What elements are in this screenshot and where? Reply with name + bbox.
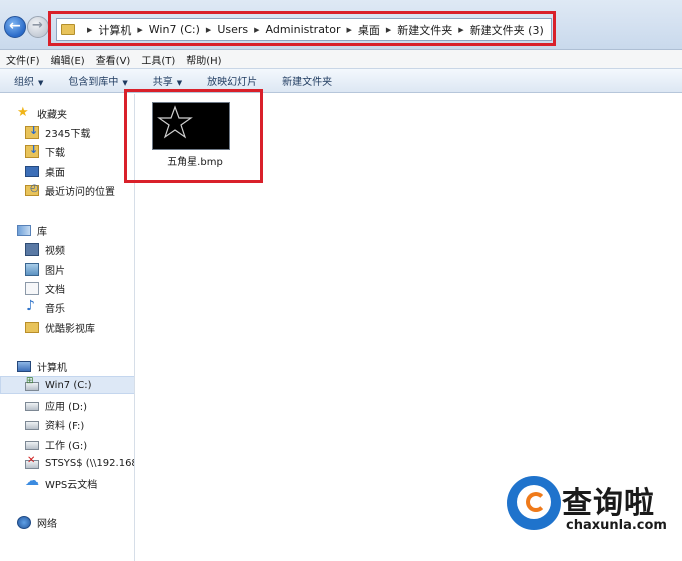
pictures-icon — [25, 262, 39, 276]
nav-item-label: 应用 (D:) — [45, 401, 88, 413]
music-icon — [25, 298, 39, 314]
slideshow-button[interactable]: 放映幻灯片 — [207, 73, 257, 88]
organize-button[interactable]: 组织 ▼ — [14, 73, 43, 88]
caret-down-icon: ▼ — [176, 79, 183, 87]
watermark-url: chaxunla.com — [566, 518, 667, 533]
nav-item-label: 下载 — [45, 147, 65, 159]
nav-item-recent-places[interactable]: 最近访问的位置 — [0, 181, 134, 199]
nav-item-music[interactable]: 音乐 — [0, 298, 134, 316]
nav-item-2345-download[interactable]: 2345下载 — [0, 123, 134, 141]
nav-item-videos[interactable]: 视频 — [0, 240, 134, 258]
nav-network[interactable]: 网络 — [0, 513, 134, 531]
desktop-icon — [25, 165, 39, 177]
nav-item-drive-d[interactable]: 应用 (D:) — [0, 396, 134, 414]
nav-item-label: 工作 (G:) — [45, 440, 88, 452]
documents-icon — [25, 281, 39, 295]
include-in-library-label: 包含到库中 — [68, 77, 119, 88]
share-label: 共享 — [152, 77, 173, 88]
watermark-logo-mark-icon — [526, 492, 546, 512]
recent-places-icon — [25, 183, 39, 196]
forward-button[interactable] — [27, 16, 49, 38]
menu-edit[interactable]: 编辑(E) — [51, 52, 85, 67]
nav-network-label: 网络 — [37, 518, 57, 530]
nav-item-label: 音乐 — [45, 303, 65, 315]
caret-down-icon: ▼ — [122, 79, 128, 87]
nav-item-drive-f[interactable]: 资料 (F:) — [0, 415, 134, 433]
nav-item-documents[interactable]: 文档 — [0, 279, 134, 297]
nav-item-label: 优酷影视库 — [45, 323, 95, 335]
nav-computer-label: 计算机 — [37, 362, 67, 374]
nav-item-label: WPS云文档 — [45, 479, 98, 491]
address-bar-row: ▶ 计算机 ▶ Win7 (C:) ▶ Users ▶ Administrato… — [0, 0, 682, 50]
nav-item-drive-g[interactable]: 工作 (G:) — [0, 435, 134, 453]
download-folder-icon — [25, 124, 39, 139]
watermark-text: 查询啦 — [562, 486, 655, 521]
file-item[interactable] — [152, 102, 232, 150]
nav-item-label: 图片 — [45, 265, 65, 277]
back-button[interactable] — [4, 16, 26, 38]
nav-item-network-drive[interactable]: STSYS$ (\\192.168 — [0, 454, 135, 472]
nav-item-label: 文档 — [45, 284, 65, 296]
star-outline-icon — [157, 105, 193, 139]
library-icon — [17, 224, 31, 236]
network-icon — [17, 515, 31, 529]
drive-icon — [25, 420, 39, 430]
menu-view[interactable]: 查看(V) — [96, 52, 131, 67]
include-in-library-button[interactable]: 包含到库中 ▼ — [68, 73, 127, 88]
nav-item-youku-library[interactable]: 优酷影视库 — [0, 318, 134, 336]
nav-favorites-label: 收藏夹 — [37, 109, 67, 121]
folder-icon — [25, 321, 39, 333]
command-bar: 组织 ▼ 包含到库中 ▼ 共享 ▼ 放映幻灯片 新建文件夹 — [0, 68, 682, 93]
nav-item-label: 2345下载 — [45, 128, 91, 140]
nav-libraries[interactable]: 库 — [0, 221, 134, 239]
nav-computer[interactable]: 计算机 — [0, 357, 134, 375]
system-drive-icon — [25, 376, 39, 391]
nav-item-label: 视频 — [45, 245, 65, 257]
download-folder-icon — [25, 143, 39, 158]
network-drive-icon — [25, 455, 39, 469]
organize-label: 组织 — [14, 77, 34, 88]
nav-item-downloads[interactable]: 下载 — [0, 142, 134, 160]
file-name[interactable]: 五角星.bmp — [160, 153, 230, 168]
nav-favorites[interactable]: 收藏夹 — [0, 104, 134, 122]
image-thumbnail[interactable] — [152, 102, 230, 150]
share-button[interactable]: 共享 ▼ — [153, 73, 182, 88]
nav-libraries-label: 库 — [37, 226, 47, 238]
nav-item-win7-drive[interactable]: Win7 (C:) — [0, 376, 134, 394]
nav-item-label: 桌面 — [45, 167, 65, 179]
nav-item-desktop[interactable]: 桌面 — [0, 162, 134, 180]
nav-item-label: 最近访问的位置 — [45, 186, 115, 198]
nav-item-pictures[interactable]: 图片 — [0, 260, 134, 278]
nav-item-wps-cloud[interactable]: WPS云文档 — [0, 473, 134, 492]
navigation-pane[interactable]: 收藏夹 2345下载 下载 桌面 最近访问的位置 库 视频 图片 文档 音乐 优… — [0, 94, 135, 561]
star-icon — [17, 105, 31, 120]
caret-down-icon: ▼ — [38, 79, 44, 87]
menu-tools[interactable]: 工具(T) — [141, 52, 175, 67]
menu-bar: 文件(F) 编辑(E) 查看(V) 工具(T) 帮助(H) — [0, 50, 682, 68]
video-icon — [25, 242, 39, 256]
menu-file[interactable]: 文件(F) — [6, 52, 40, 67]
drive-icon — [25, 401, 39, 411]
cloud-icon — [25, 473, 39, 490]
nav-item-label: STSYS$ (\\192.168 — [45, 457, 135, 469]
computer-icon — [17, 360, 31, 372]
address-highlight-box — [48, 11, 556, 46]
drive-icon — [25, 440, 39, 450]
nav-item-label: 资料 (F:) — [45, 420, 85, 432]
new-folder-button[interactable]: 新建文件夹 — [282, 73, 332, 88]
menu-help[interactable]: 帮助(H) — [186, 52, 221, 67]
nav-item-label: Win7 (C:) — [45, 379, 92, 391]
